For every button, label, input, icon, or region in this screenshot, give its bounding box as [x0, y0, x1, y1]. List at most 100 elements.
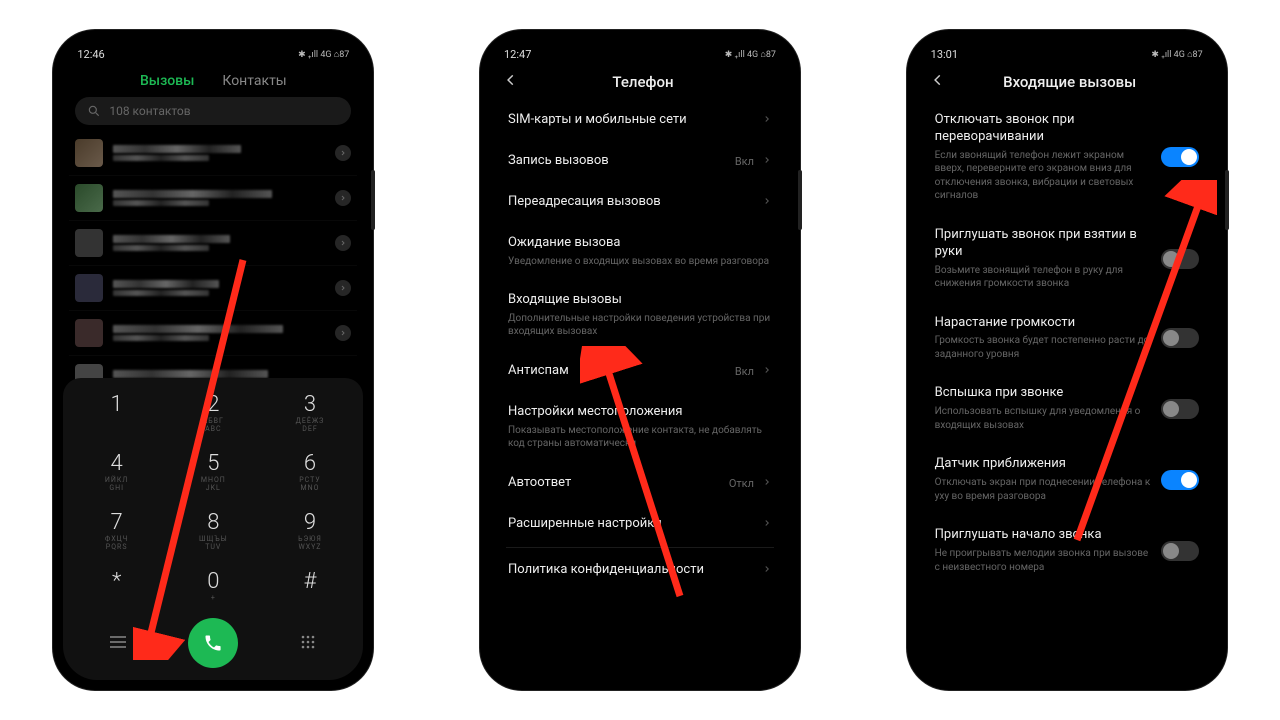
- call-row[interactable]: [69, 266, 357, 311]
- settings-item[interactable]: SIM-карты и мобильные сети: [506, 100, 774, 141]
- status-icons: ✱ ₊ıll 4G ⌂87: [725, 49, 776, 60]
- call-row[interactable]: [69, 311, 357, 356]
- row-detail-icon[interactable]: [335, 145, 351, 161]
- chevron-right-icon: [762, 195, 772, 209]
- phone-icon: [203, 633, 223, 653]
- settings-item[interactable]: Настройки местоположения Показывать место…: [506, 392, 774, 463]
- call-row[interactable]: [69, 131, 357, 176]
- row-detail-icon[interactable]: [335, 280, 351, 296]
- chevron-right-icon: [762, 563, 772, 577]
- dialpad: 1 2АБВГABC3ДЕЁЖЗDEF 4ИЙКЛGHI5МНОПJKL6РСТУM…: [63, 378, 363, 680]
- grid-icon: [300, 634, 316, 650]
- item-desc: Показывать местоположение контакта, не д…: [508, 424, 772, 451]
- status-time: 12:47: [504, 48, 531, 61]
- key-number: 6: [304, 451, 316, 476]
- item-value: Вкл: [735, 365, 754, 378]
- item-title: Политика конфиденциальности: [508, 562, 754, 579]
- item-title: Датчик приближения: [935, 456, 1153, 473]
- key-sub: ДЕЁЖЗDEF: [267, 417, 354, 433]
- dialpad-key[interactable]: 7ФХЦЧPQRS: [73, 504, 160, 557]
- dialpad-key[interactable]: 1: [73, 386, 160, 439]
- item-desc: Отключать экран при поднесении телефона …: [935, 476, 1153, 503]
- toggle-switch[interactable]: [1161, 470, 1199, 490]
- settings-item[interactable]: Антиспам Вкл: [506, 351, 774, 392]
- settings-item[interactable]: Отключать звонок при переворачиванииЕсли…: [933, 100, 1201, 215]
- settings-item[interactable]: Приглушать звонок при взятии в рукиВозьм…: [933, 215, 1201, 303]
- key-number: 4: [111, 451, 123, 476]
- dialpad-key[interactable]: 2АБВГABC: [170, 386, 257, 439]
- item-title: Антиспам: [508, 363, 727, 380]
- settings-list: SIM-карты и мобильные сетиЗапись вызовов…: [490, 100, 790, 590]
- toggle-switch[interactable]: [1161, 399, 1199, 419]
- key-number: 2: [207, 392, 219, 417]
- toggle-switch[interactable]: [1161, 147, 1199, 167]
- settings-item[interactable]: Вспышка при звонкеИспользовать вспышку д…: [933, 373, 1201, 444]
- row-detail-icon[interactable]: [335, 190, 351, 206]
- dialpad-key[interactable]: 9ЬЭЮЯWXYZ: [267, 504, 354, 557]
- item-title: Отключать звонок при переворачивании: [935, 112, 1153, 146]
- item-title: Запись вызовов: [508, 153, 727, 170]
- chevron-right-icon: [762, 517, 772, 531]
- status-time: 13:01: [931, 48, 958, 61]
- settings-item[interactable]: Ожидание вызоваУведомление о входящих вы…: [506, 223, 774, 280]
- key-number: 0: [207, 569, 219, 594]
- tab-contacts[interactable]: Контакты: [222, 73, 286, 89]
- item-desc: Громкость звонка будет постепенно расти …: [935, 334, 1153, 361]
- dialpad-key[interactable]: 3ДЕЁЖЗDEF: [267, 386, 354, 439]
- dialpad-toggle[interactable]: [288, 634, 328, 653]
- menu-button[interactable]: [98, 635, 138, 652]
- item-desc: Не проигрывать мелодии звонка при вызове…: [935, 547, 1153, 574]
- item-title: Переадресация вызовов: [508, 194, 754, 211]
- phone-mockup-1: 12:46 ✱ ₊ıll 4G ⌂87 Вызовы Контакты 108 …: [53, 30, 373, 690]
- settings-item[interactable]: Переадресация вызовов: [506, 182, 774, 223]
- item-title: Приглушать начало звонка: [935, 527, 1153, 544]
- avatar: [75, 184, 103, 212]
- call-row[interactable]: [69, 176, 357, 221]
- key-number: 8: [207, 510, 219, 535]
- settings-item[interactable]: Входящие вызовыДополнительные настройки …: [506, 280, 774, 351]
- phone-mockup-2: 12:47 ✱ ₊ıll 4G ⌂87 Телефон SIM-карты и …: [480, 30, 800, 690]
- key-number: 7: [111, 510, 123, 535]
- tab-calls[interactable]: Вызовы: [140, 73, 194, 89]
- call-button[interactable]: [188, 618, 238, 668]
- dialpad-key[interactable]: 5МНОПJKL: [170, 445, 257, 498]
- key-number: 5: [207, 451, 219, 476]
- status-icons: ✱ ₊ıll 4G ⌂87: [1151, 49, 1202, 60]
- dialpad-key[interactable]: 6РСТУMNO: [267, 445, 354, 498]
- dialpad-key[interactable]: #: [267, 563, 354, 608]
- chevron-right-icon: [762, 476, 772, 490]
- row-detail-icon[interactable]: [335, 325, 351, 341]
- settings-item[interactable]: Нарастание громкости Громкость звонка буд…: [933, 303, 1201, 374]
- toggle-switch[interactable]: [1161, 541, 1199, 561]
- item-title: Нарастание громкости: [935, 315, 1153, 332]
- item-title: Входящие вызовы: [508, 292, 772, 309]
- item-desc: Если звонящий телефон лежит экраном ввер…: [935, 149, 1153, 203]
- dialpad-key[interactable]: 0+: [170, 563, 257, 608]
- settings-item[interactable]: Расширенные настройки: [506, 504, 774, 545]
- dialpad-key[interactable]: *: [73, 563, 160, 608]
- hamburger-icon: [108, 635, 128, 649]
- row-detail-icon[interactable]: [335, 235, 351, 251]
- search-input[interactable]: 108 контактов: [75, 97, 351, 125]
- key-number: 1: [111, 392, 123, 417]
- key-sub: +: [170, 594, 257, 602]
- toggle-switch[interactable]: [1161, 328, 1199, 348]
- call-row[interactable]: [69, 221, 357, 266]
- key-number: 9: [304, 510, 316, 535]
- settings-item[interactable]: Датчик приближения Отключать экран при по…: [933, 444, 1201, 515]
- item-title: Настройки местоположения: [508, 404, 772, 421]
- settings-item[interactable]: Приглушать начало звонка Не проигрывать м…: [933, 515, 1201, 586]
- dialpad-key[interactable]: 4ИЙКЛGHI: [73, 445, 160, 498]
- top-tabs: Вызовы Контакты: [63, 63, 363, 97]
- page-title: Входящие вызовы: [937, 73, 1203, 91]
- item-title: Ожидание вызова: [508, 235, 772, 252]
- avatar: [75, 274, 103, 302]
- toggle-switch[interactable]: [1161, 249, 1199, 269]
- dialpad-key[interactable]: 8ШЩЪЫTUV: [170, 504, 257, 557]
- settings-item[interactable]: Политика конфиденциальности: [506, 550, 774, 591]
- settings-item[interactable]: Запись вызововВкл: [506, 141, 774, 182]
- search-icon: [87, 104, 101, 118]
- settings-item[interactable]: АвтоответОткл: [506, 463, 774, 504]
- key-number: #: [304, 569, 317, 594]
- phone-mockup-3: 13:01 ✱ ₊ıll 4G ⌂87 Входящие вызовы Откл…: [907, 30, 1227, 690]
